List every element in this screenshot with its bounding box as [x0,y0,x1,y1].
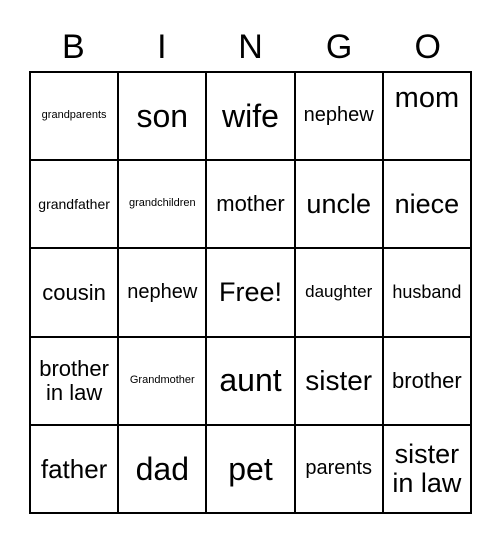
bingo-cell[interactable]: sister in law [383,425,472,514]
bingo-cell[interactable]: grandfather [31,161,120,250]
header-letter-i: I [157,28,167,66]
bingo-cell[interactable]: nephew [295,73,384,162]
bingo-cell[interactable]: wife [207,73,296,162]
bingo-cell[interactable]: pet [207,425,296,514]
bingo-cell[interactable]: mother [207,161,296,250]
bingo-cell[interactable]: cousin [31,249,120,338]
bingo-cell[interactable]: grandparents [31,73,120,162]
bingo-cell[interactable]: brother in law [31,337,120,426]
bingo-cell[interactable]: mom [383,73,472,162]
bingo-cell[interactable]: son [119,73,208,162]
bingo-cell[interactable]: daughter [295,249,384,338]
bingo-cell[interactable]: grandchildren [119,161,208,250]
header-letter-g: G [325,28,353,66]
bingo-header: B I N G O [29,24,472,70]
bingo-cell[interactable]: sister [295,337,384,426]
bingo-cell[interactable]: brother [383,337,472,426]
bingo-cell[interactable]: parents [295,425,384,514]
bingo-cell[interactable]: father [31,425,120,514]
bingo-card-grid: grandparents son wife nephew mom grandfa… [29,71,472,514]
bingo-cell[interactable]: nephew [119,249,208,338]
bingo-cell[interactable]: husband [383,249,472,338]
header-letter-o: O [414,28,441,66]
bingo-cell[interactable]: Grandmother [119,337,208,426]
header-letter-b: B [61,28,85,66]
header-letter-n: N [238,28,263,66]
bingo-cell free-space[interactable]: Free! [207,249,296,338]
bingo-cell[interactable]: niece [383,161,472,250]
bingo-cell[interactable]: uncle [295,161,384,250]
bingo-cell[interactable]: dad [119,425,208,514]
bingo-cell[interactable]: aunt [207,337,296,426]
